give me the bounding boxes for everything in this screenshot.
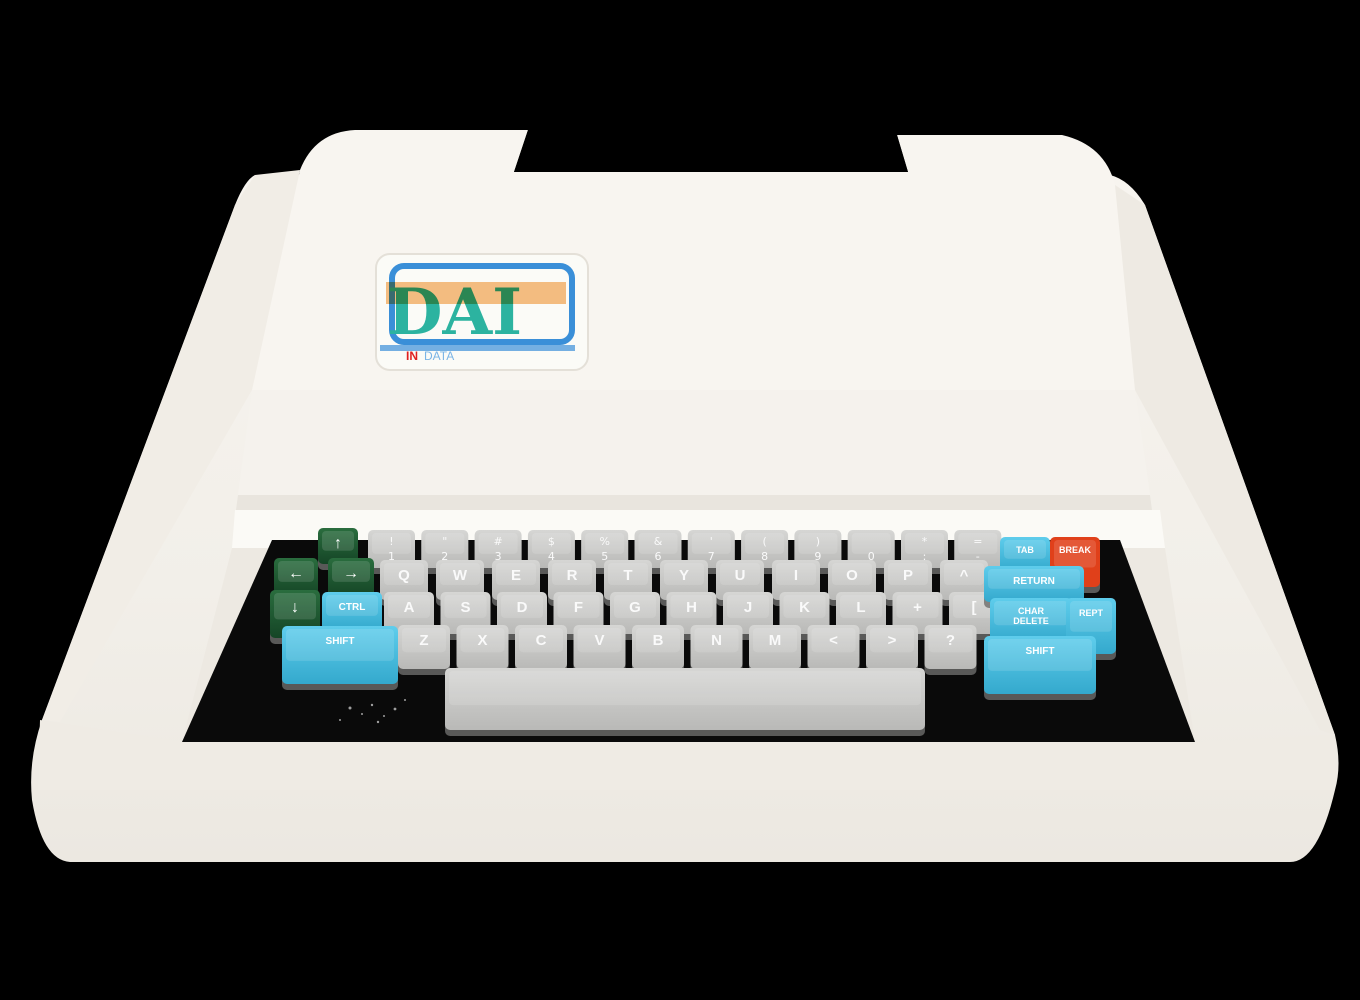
key-8-z-row[interactable]: > [866,625,918,675]
key-0-q-row-label: Q [398,567,410,584]
key-2-a-row-label: D [517,599,528,616]
key-7-z-row-label: < [829,632,838,649]
arrow-right-key-label: → [343,565,359,582]
key-number-9-top: ) [816,535,820,548]
key-10-q-row-label: ^ [960,567,969,584]
arrow-down-key-label: ↓ [291,599,299,616]
key-1-a-row-label: S [460,599,470,616]
key-1-q-row-label: W [453,567,468,584]
key-5-q-row-label: Y [679,567,689,584]
key-10-a-row-label: [ [972,599,977,616]
shift-right-key[interactable]: SHIFT [984,636,1096,700]
char-delete-label-2: DELETE [1013,616,1049,626]
key-number-1-top: ! [389,535,393,548]
key-1-z-row-label: X [477,632,487,649]
key-4-z-row[interactable]: B [632,625,684,675]
return-key-label: RETURN [1013,576,1055,587]
shift-left-key-label: SHIFT [326,636,355,647]
key-9-q-row-label: P [903,567,913,584]
key-2-z-row[interactable]: C [515,625,567,675]
key-9-z-row-label: ? [946,632,955,649]
key-7-z-row[interactable]: < [807,625,860,675]
key-number-8-bottom: 8 [761,550,768,563]
key-2-z-row-label: C [536,632,547,649]
rept-key-label: REPT [1079,608,1104,618]
key-5-a-row-label: H [686,599,697,616]
shift-right-key-label: SHIFT [1026,646,1055,657]
space-bar[interactable] [445,668,925,736]
break-key-label: BREAK [1059,545,1092,555]
key-number-2-top: " [442,535,447,548]
key-4-a-row-label: G [629,599,641,616]
key-number-5-top: % [599,535,609,548]
key-number-12-top: = [973,535,982,548]
key-number-7-top: ' [710,535,713,548]
key-3-z-row[interactable]: V [573,625,626,675]
dai-computer-photo: DAI IN DATA !1"2#3$4%5&6'7(8)9 0*:=-Q W E R T… [31,130,1339,862]
key-8-q-row-label: O [846,567,858,584]
key-number-3-top: # [493,535,502,548]
key-4-q-row-label: T [623,567,632,584]
key-9-z-row[interactable]: ? [924,625,977,675]
key-6-a-row-label: J [744,599,752,616]
key-8-z-row-label: > [888,632,897,649]
key-3-z-row-label: V [594,632,604,649]
key-number-4-top: $ [548,535,555,548]
key-number-6-bottom: 6 [655,550,662,563]
arrow-left-key-label: ← [288,565,304,582]
key-2-q-row-label: E [511,567,521,584]
key-3-q-row-label: R [567,567,578,584]
key-6-z-row[interactable]: M [749,625,801,675]
computer-case [31,130,1339,862]
char-delete-label-1: CHAR [1018,606,1044,616]
key-5-z-row[interactable]: N [690,625,743,675]
arrow-up-key-label: ↑ [334,535,342,552]
key-0-z-row[interactable]: Z [398,625,450,675]
key-1-z-row[interactable]: X [456,625,509,675]
key-8-a-row-label: L [856,599,865,616]
key-5-z-row-label: N [711,632,722,649]
tab-key-label: TAB [1016,545,1034,555]
shift-left-key[interactable]: SHIFT [282,626,398,690]
key-number-7-bottom: 7 [708,550,715,563]
ctrl-key-label: CTRL [339,602,366,613]
key-number-6-top: & [654,535,663,548]
key-4-z-row-label: B [653,632,664,649]
key-7-q-row-label: I [794,567,798,584]
key-0-z-row-label: Z [419,632,428,649]
key-9-a-row-label: + [913,599,922,616]
key-7-a-row-label: K [799,599,810,616]
key-6-q-row-label: U [735,567,746,584]
key-number-11-top: * [922,535,928,548]
logo-sub-data-text: DATA [424,349,454,363]
key-0-a-row-label: A [404,599,415,616]
key-number-8-top: ( [762,535,766,548]
key-6-z-row-label: M [769,632,782,649]
key-3-a-row-label: F [574,599,583,616]
logo-sub-in-text: IN [406,349,418,363]
dai-logo: DAI IN DATA [375,253,589,371]
